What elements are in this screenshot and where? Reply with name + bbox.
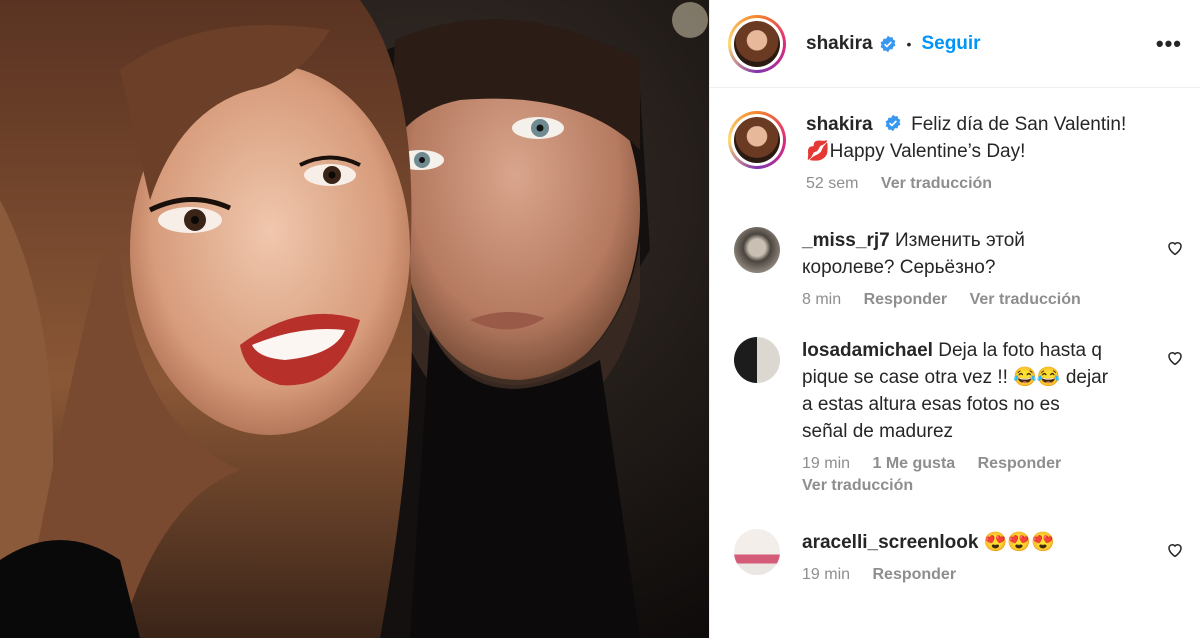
comment-item: _miss_rj7 Изменить этой королеве? Серьёз… xyxy=(728,227,1182,309)
reply-button[interactable]: Responder xyxy=(978,455,1062,472)
comment-likes[interactable]: 1 Me gusta xyxy=(872,455,955,472)
comment-age: 19 min xyxy=(802,455,851,472)
reply-button[interactable]: Responder xyxy=(872,566,956,583)
comment-text-line1: Deja la foto hasta q xyxy=(938,340,1102,361)
header-separator: • xyxy=(906,35,912,52)
translate-link[interactable]: Ver traducción xyxy=(802,477,913,494)
more-options-icon[interactable]: ••• xyxy=(1156,31,1182,57)
commenter-username[interactable]: aracelli_screenlook xyxy=(802,532,978,553)
author-username[interactable]: shakira xyxy=(806,33,873,55)
commenter-username[interactable]: _miss_rj7 xyxy=(802,230,890,251)
caption-translate-link[interactable]: Ver traducción xyxy=(881,175,992,192)
commenter-avatar[interactable] xyxy=(734,529,780,575)
caption-avatar[interactable] xyxy=(728,111,786,169)
comment-text: 😍😍😍 xyxy=(983,532,1055,553)
couple-selfie-image xyxy=(0,0,709,638)
comment-item: losadamichael Deja la foto hasta q pique… xyxy=(728,337,1182,495)
comment-age: 8 min xyxy=(802,291,842,308)
verified-badge-icon xyxy=(880,35,895,52)
comment-text-line3: a estas altura esas fotos no es xyxy=(802,394,1060,415)
comments-list[interactable]: shakira Feliz día de San Valentin! 💋Happ… xyxy=(710,88,1200,638)
author-avatar[interactable] xyxy=(728,14,786,73)
comment-text-line4: señal de madurez xyxy=(802,421,954,442)
post-header: shakira • Seguir ••• xyxy=(710,0,1200,88)
post-photo[interactable] xyxy=(0,0,709,638)
like-heart-icon[interactable] xyxy=(1166,541,1184,559)
follow-button[interactable]: Seguir xyxy=(921,33,980,55)
comment-item: aracelli_screenlook 😍😍😍 19 min Responder xyxy=(728,529,1182,584)
commenter-avatar[interactable] xyxy=(734,227,780,273)
caption-text-line2: 💋Happy Valentine’s Day! xyxy=(806,141,1026,162)
comment-text-line1: Изменить этой xyxy=(894,230,1025,251)
comment-age: 19 min xyxy=(802,566,851,583)
comment-text-line2: pique se case otra vez !! 😂😂 dejar xyxy=(802,367,1109,388)
commenter-avatar[interactable] xyxy=(734,337,780,383)
translate-link[interactable]: Ver traducción xyxy=(970,291,1081,308)
post-sidebar: shakira • Seguir ••• shakira Feliz día d… xyxy=(709,0,1200,638)
caption-age: 52 sem xyxy=(806,175,859,192)
reply-button[interactable]: Responder xyxy=(864,291,948,308)
comment-text-line2: королеве? Серьёзно? xyxy=(802,257,996,278)
commenter-username[interactable]: losadamichael xyxy=(802,340,933,361)
verified-badge-icon xyxy=(885,114,901,132)
caption-text-line1: Feliz día de San Valentin! xyxy=(911,114,1127,135)
like-heart-icon[interactable] xyxy=(1166,239,1184,257)
caption-username[interactable]: shakira xyxy=(806,114,873,135)
caption: shakira Feliz día de San Valentin! 💋Happ… xyxy=(728,111,1182,193)
like-heart-icon[interactable] xyxy=(1166,349,1184,367)
